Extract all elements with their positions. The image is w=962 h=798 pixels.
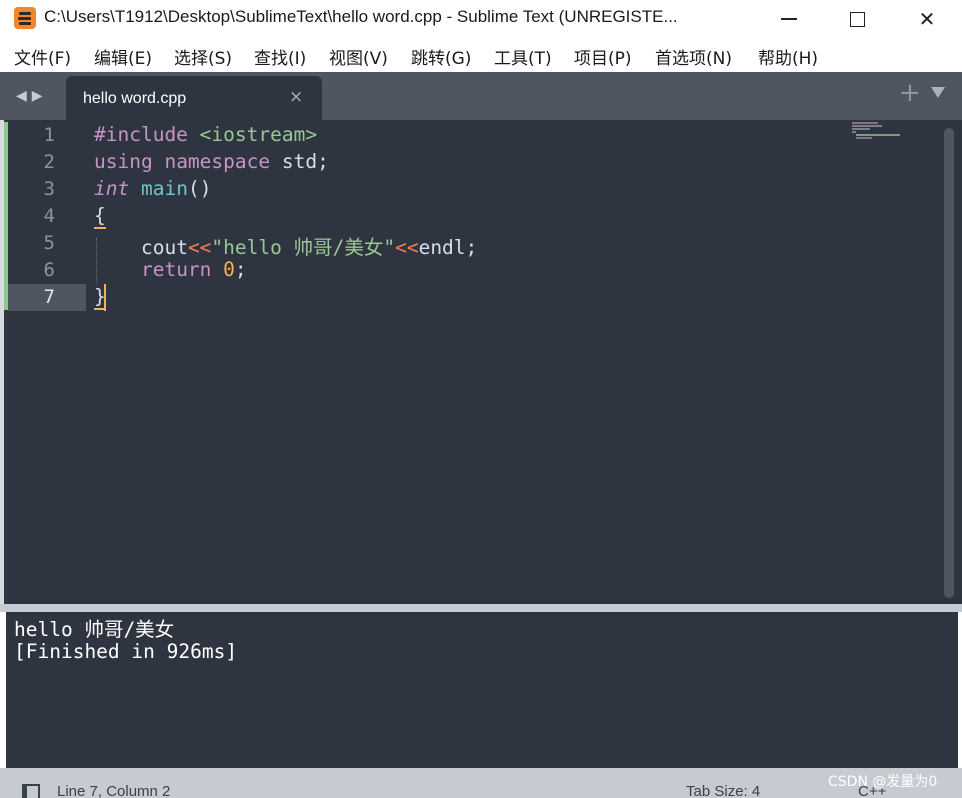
- title-bar[interactable]: C:\Users\T1912\Desktop\SublimeText\hello…: [0, 0, 962, 38]
- output-line: hello 帅哥/美女: [14, 618, 175, 641]
- text-cursor: [104, 284, 106, 311]
- minimap[interactable]: [852, 122, 902, 144]
- code-token: {: [94, 204, 106, 229]
- code-token: cout: [140, 236, 188, 259]
- line-number: 6: [43, 259, 55, 281]
- line-number: 1: [43, 124, 55, 146]
- tab-hello-word-cpp[interactable]: hello word.cpp ×: [66, 76, 322, 120]
- code-token: return: [140, 258, 212, 281]
- code-line-6: return 0;: [94, 258, 247, 281]
- code-token: <<: [187, 236, 212, 259]
- menu-selection[interactable]: 选择(S): [174, 44, 232, 69]
- status-bar: Line 7, Column 2 Tab Size: 4 C++ CSDN @发…: [0, 768, 962, 798]
- maximize-icon: [849, 11, 865, 27]
- code-token: <iostream>: [199, 123, 318, 146]
- tab-size-selector[interactable]: Tab Size: 4: [686, 783, 760, 798]
- code-token: (): [187, 177, 212, 200]
- tab-nav-arrows-icon[interactable]: ◀▶: [16, 88, 48, 104]
- sublime-text-icon: [14, 7, 36, 29]
- plus-icon[interactable]: +: [899, 78, 921, 108]
- menu-file[interactable]: 文件(F): [14, 44, 71, 69]
- line-number-active: 7: [43, 286, 55, 308]
- menu-find[interactable]: 查找(I): [254, 44, 306, 69]
- line-number: 5: [43, 232, 55, 254]
- panel-splitter[interactable]: [0, 604, 962, 612]
- code-line-1: #include <iostream>: [94, 123, 317, 146]
- build-output-panel[interactable]: hello 帅哥/美女 [Finished in 926ms]: [6, 612, 958, 768]
- line-number: 2: [43, 151, 55, 173]
- window-title: C:\Users\T1912\Desktop\SublimeText\hello…: [44, 7, 678, 26]
- code-token: endl;: [418, 236, 478, 259]
- output-line: [Finished in 926ms]: [14, 640, 238, 663]
- code-token: <<: [395, 236, 419, 259]
- code-token: main: [140, 177, 188, 200]
- code-token: #include: [94, 123, 188, 146]
- close-icon: ✕: [918, 7, 936, 31]
- code-token: namespace: [164, 150, 271, 173]
- code-line-4: {: [94, 204, 106, 229]
- code-token: "hello 帅哥/美女": [211, 236, 396, 259]
- maximize-button[interactable]: [832, 0, 882, 38]
- menu-tools[interactable]: 工具(T): [494, 44, 552, 69]
- code-token: ;: [234, 258, 247, 281]
- menu-preferences[interactable]: 首选项(N): [655, 44, 732, 69]
- line-number: 3: [43, 178, 55, 200]
- minimize-button[interactable]: [764, 0, 814, 38]
- close-button[interactable]: ✕: [902, 0, 952, 38]
- watermark: CSDN @发量为0: [828, 774, 938, 790]
- code-token: std;: [270, 150, 329, 173]
- menu-bar: 文件(F) 编辑(E) 选择(S) 查找(I) 视图(V) 跳转(G) 工具(T…: [0, 38, 962, 72]
- code-editor[interactable]: 1 2 3 4 5 6 7 #include <iostream> using …: [0, 120, 962, 604]
- editor-scrollbar[interactable]: [944, 128, 954, 598]
- code-token: using: [94, 150, 153, 173]
- cursor-position: Line 7, Column 2: [57, 783, 171, 798]
- menu-view[interactable]: 视图(V): [329, 44, 388, 69]
- code-token: 0: [223, 258, 235, 281]
- menu-edit[interactable]: 编辑(E): [94, 44, 152, 69]
- panel-toggle-icon[interactable]: [22, 784, 40, 798]
- menu-help[interactable]: 帮助(H): [758, 44, 818, 69]
- code-token: int: [94, 177, 130, 200]
- line-number: 4: [43, 205, 55, 227]
- tab-close-icon[interactable]: ×: [289, 87, 303, 107]
- tab-label: hello word.cpp: [83, 90, 187, 107]
- code-line-2: using namespace std;: [94, 150, 329, 173]
- menu-project[interactable]: 项目(P): [574, 44, 632, 69]
- chevron-down-icon[interactable]: [931, 87, 945, 98]
- tab-bar: ◀▶ hello word.cpp × +: [0, 72, 962, 120]
- menu-goto[interactable]: 跳转(G): [411, 44, 471, 69]
- code-line-5: cout<<"hello 帅哥/美女"<<endl;: [94, 231, 477, 260]
- minimize-icon: [781, 18, 797, 20]
- code-line-3: int main(): [94, 177, 211, 200]
